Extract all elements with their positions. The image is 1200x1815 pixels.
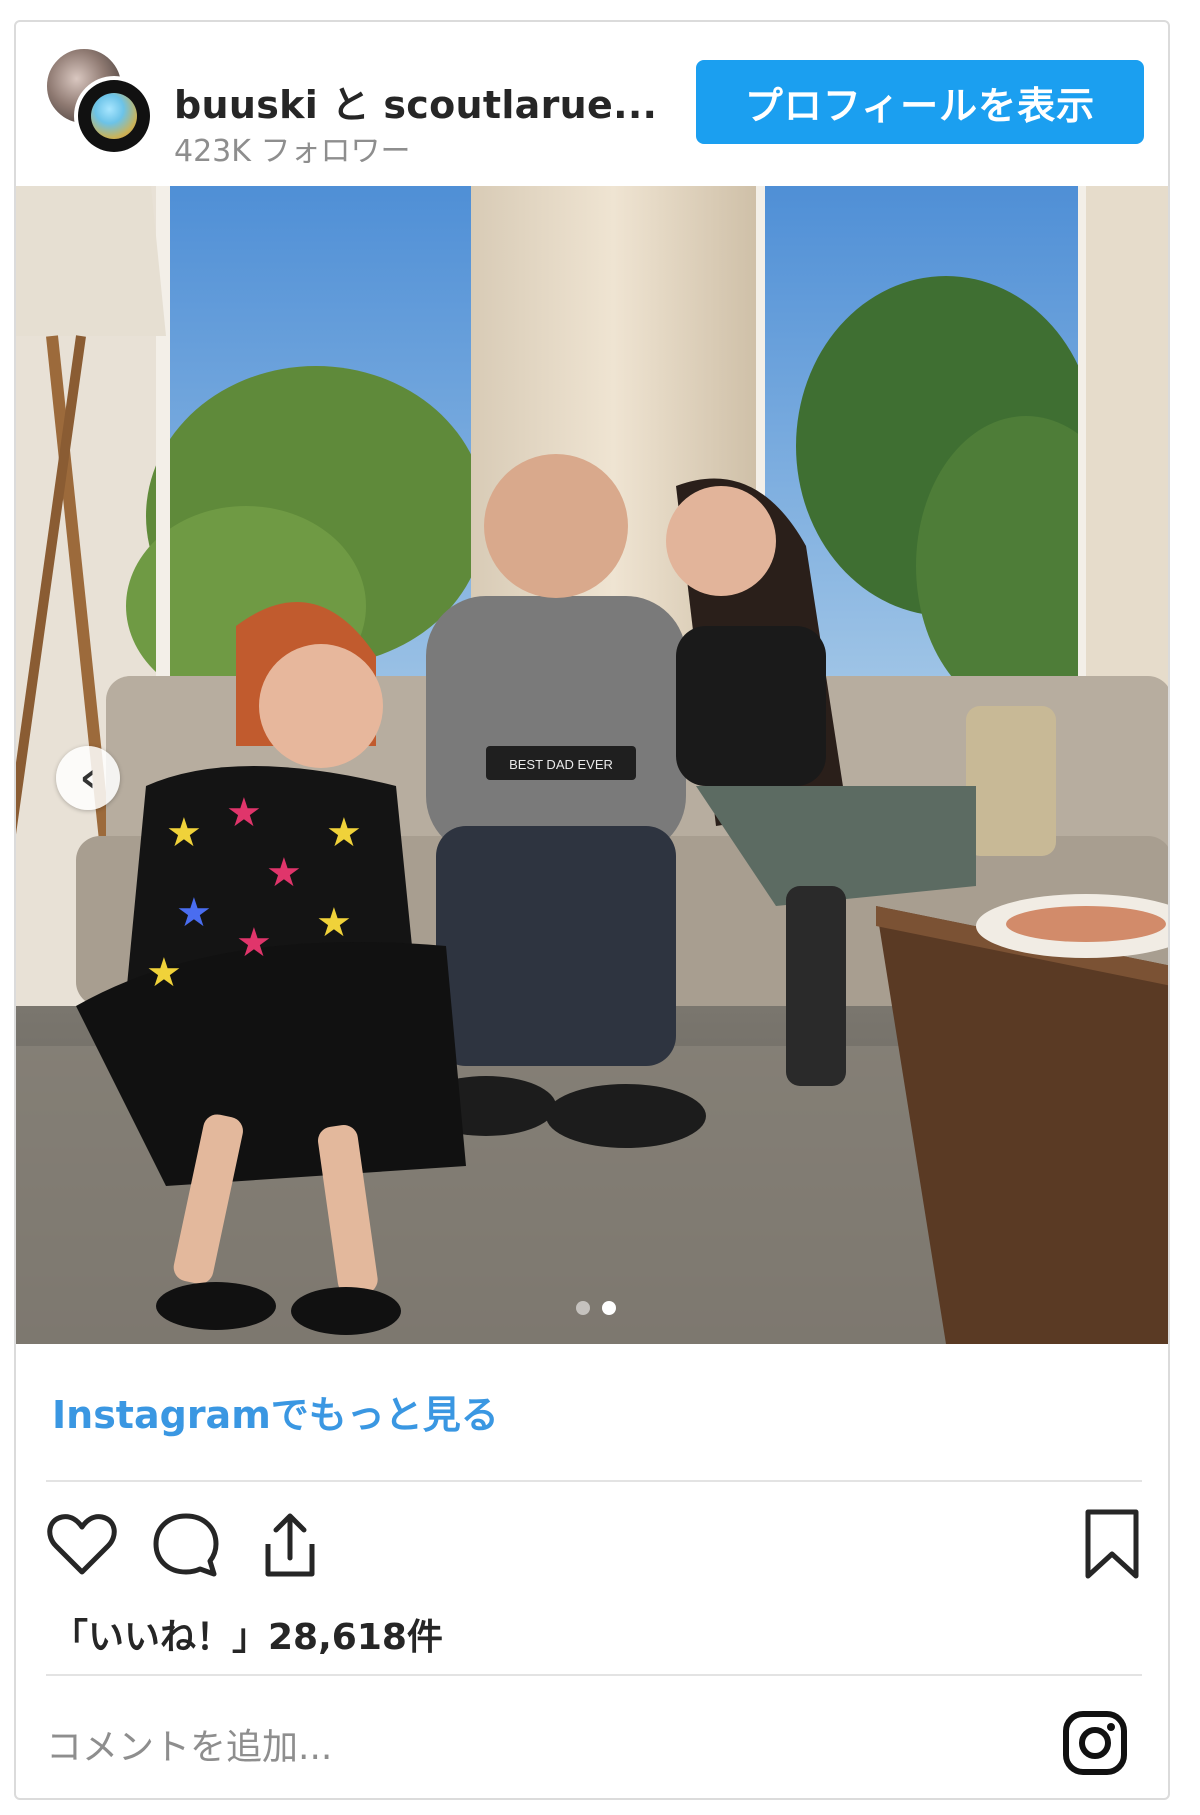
avatar-scoutlarue [74,76,154,156]
avatar-group[interactable] [44,46,164,156]
comment-icon[interactable] [146,1504,226,1584]
carousel-prev-button[interactable]: ‹ [56,746,120,810]
instagram-embed-card: buuski と scoutlarue... 423K フォロワー プロフィール… [14,20,1170,1800]
svg-text:★: ★ [146,950,182,996]
carousel-dot-1 [576,1301,590,1315]
svg-text:★: ★ [226,790,262,836]
chevron-left-icon: ‹ [79,755,97,801]
view-profile-button[interactable]: プロフィールを表示 [696,60,1144,144]
divider [46,1480,1142,1482]
svg-text:★: ★ [266,850,302,896]
post-photo[interactable]: BEST DAD EVER ★ ★ ★ ★ ★ ★ ★ ★ ‹ [16,186,1168,1344]
svg-text:★: ★ [236,920,272,966]
like-count: 「いいね！」28,618件 [52,1617,443,1658]
heart-icon[interactable] [42,1504,122,1584]
bookmark-icon[interactable] [1072,1504,1152,1584]
carousel-indicator [576,1301,616,1315]
best-dad-sign: BEST DAD EVER [509,757,613,772]
svg-text:★: ★ [326,810,362,856]
share-icon[interactable] [250,1504,330,1584]
photo-illustration: BEST DAD EVER ★ ★ ★ ★ ★ ★ ★ ★ [16,186,1168,1344]
add-comment-input[interactable]: コメントを追加... [46,1718,332,1770]
account-names[interactable]: buuski と scoutlarue... [174,74,657,129]
follower-count: 423K フォロワー [174,134,411,169]
instagram-logo-icon[interactable] [1060,1708,1130,1778]
svg-text:★: ★ [166,810,202,856]
carousel-dot-2 [602,1301,616,1315]
post-header: buuski と scoutlarue... 423K フォロワー プロフィール… [16,22,1168,186]
view-more-on-instagram-link[interactable]: Instagramでもっと見る [52,1384,499,1439]
svg-text:★: ★ [316,900,352,946]
svg-text:★: ★ [176,890,212,936]
divider [46,1674,1142,1676]
